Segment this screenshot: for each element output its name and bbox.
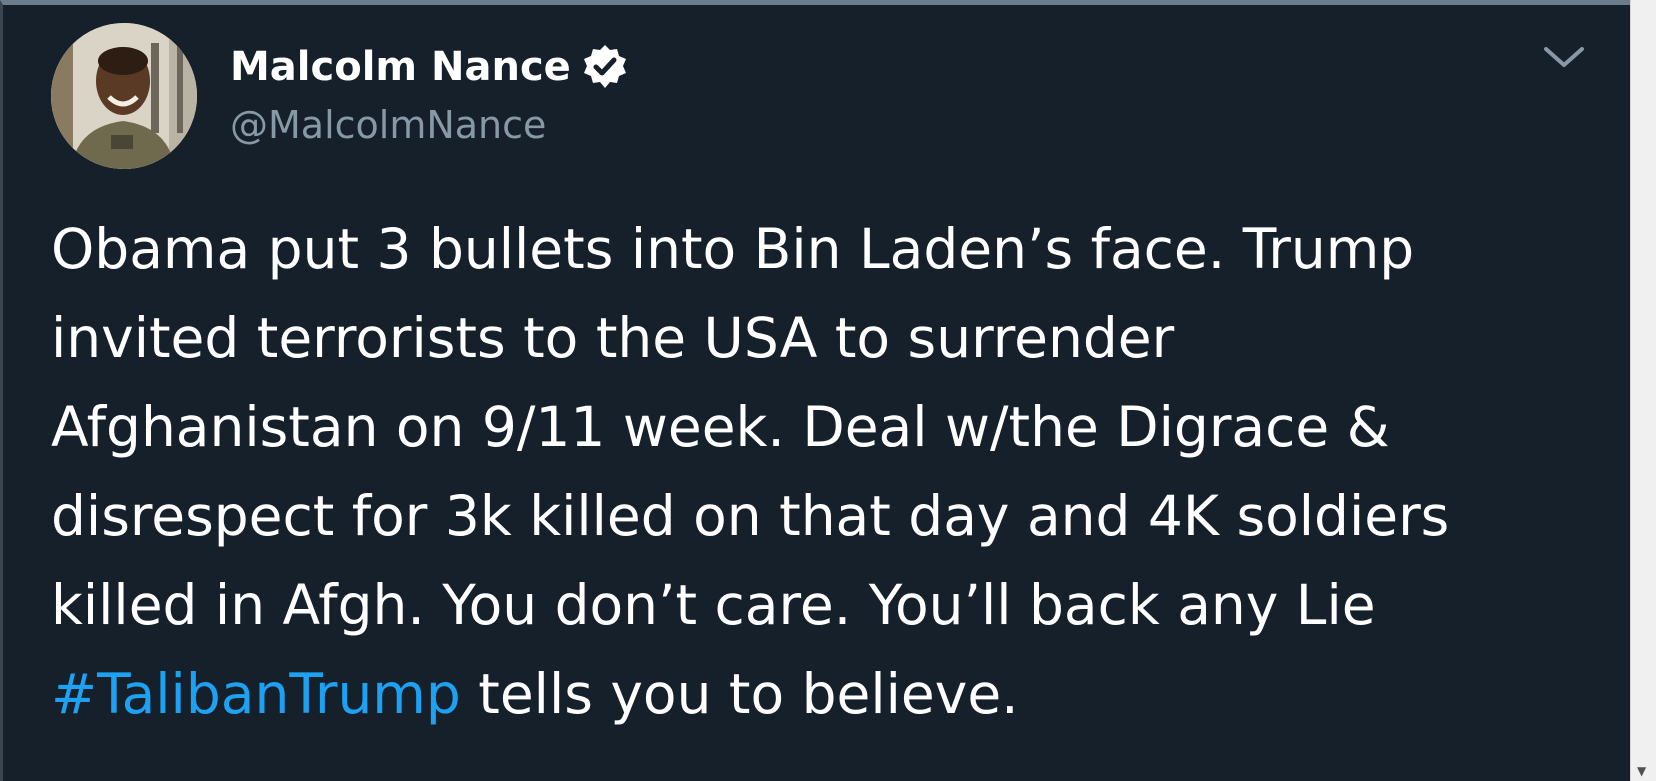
tweet-text-line: invited terrorists to the USA to surrend… (51, 306, 1175, 370)
tweet-card: Malcolm Nance @MalcolmNance Obama put 3 … (0, 0, 1630, 781)
hashtag-link[interactable]: #TalibanTrump (51, 662, 461, 726)
avatar-photo (51, 23, 197, 169)
verified-badge-icon (581, 43, 629, 91)
tweet-text-tail: tells you to believe. (460, 662, 1019, 726)
chevron-down-icon[interactable] (1538, 35, 1590, 81)
author-name[interactable]: Malcolm Nance (230, 43, 571, 91)
tweet-text-line: Afghanistan on 9/11 week. Deal w/the Dig… (51, 395, 1390, 459)
author-name-row[interactable]: Malcolm Nance (230, 43, 629, 91)
window-scrollbar[interactable]: ▼ (1630, 0, 1656, 781)
tweet-text-line: killed in Afgh. You don’t care. You’ll b… (51, 573, 1376, 637)
author-handle[interactable]: @MalcolmNance (230, 101, 546, 149)
tweet-text-last-line: #TalibanTrump tells you to believe. (51, 650, 1621, 739)
scroll-down-arrow-icon[interactable]: ▼ (1637, 765, 1646, 777)
tweet-text-line: disrespect for 3k killed on that day and… (51, 484, 1450, 548)
tweet-text: Obama put 3 bullets into Bin Laden’s fac… (51, 205, 1621, 739)
tweet-text-line: Obama put 3 bullets into Bin Laden’s fac… (51, 217, 1415, 281)
author-avatar[interactable] (51, 23, 197, 169)
